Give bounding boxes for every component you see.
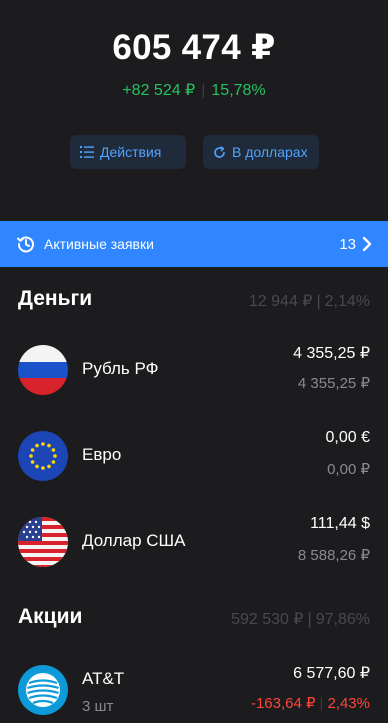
currency-name: Доллар США	[82, 531, 186, 550]
stock-quantity: 3 шт	[82, 698, 114, 715]
stock-change-percent: 2,43%	[327, 695, 370, 712]
chevron-right-icon	[362, 236, 372, 252]
active-orders-banner[interactable]: Активные заявки 13	[0, 221, 388, 267]
money-total: 12 944 ₽	[248, 293, 313, 310]
currency-value-rub: 0,00 ₽	[327, 461, 370, 478]
list-item-rub[interactable]: Рубль РФ 4 355,25 ₽ 4 355,25 ₽	[0, 340, 388, 400]
stocks-percent: 97,86%	[315, 611, 370, 628]
list-item-eur[interactable]: Евро 0,00 € 0,00 ₽	[0, 426, 388, 486]
portfolio-gain: +82 524 ₽ | 15,78%	[0, 80, 388, 100]
currency-value: 4 355,25 ₽	[293, 345, 370, 362]
att-logo-icon	[18, 665, 68, 715]
stock-change-amount: -163,64 ₽	[250, 695, 316, 712]
money-stats-divider: |	[316, 293, 321, 310]
stocks-section-title: Акции	[18, 605, 83, 628]
gain-amount: +82 524 ₽	[122, 82, 196, 99]
currency-toggle-label: В долларах	[232, 144, 308, 160]
currency-value: 111,44 $	[310, 515, 370, 532]
stocks-section-stats: 592 530 ₽ | 97,86%	[231, 609, 370, 629]
eu-flag-icon	[18, 431, 68, 481]
portfolio-header: 605 474 ₽ +82 524 ₽ | 15,78% Действия В до…	[0, 0, 388, 220]
money-section-title: Деньги	[18, 287, 93, 310]
portfolio-total: 605 474 ₽	[112, 28, 276, 67]
stocks-section-header: Акции 592 530 ₽ | 97,86%	[0, 605, 388, 635]
list-icon	[80, 146, 94, 158]
stock-change-divider: |	[319, 695, 324, 712]
gain-divider: |	[201, 82, 206, 99]
money-section-stats: 12 944 ₽ | 2,14%	[249, 291, 370, 311]
stocks-stats-divider: |	[307, 611, 312, 628]
active-orders-label: Активные заявки	[44, 236, 154, 252]
actions-button[interactable]: Действия	[70, 135, 186, 169]
gain-percent: 15,78%	[211, 82, 266, 99]
usa-flag-icon	[18, 517, 68, 567]
currency-name: Рубль РФ	[82, 359, 159, 378]
stocks-total: 592 530 ₽	[231, 611, 304, 628]
list-item-usd[interactable]: Доллар США 111,44 $ 8 588,26 ₽	[0, 512, 388, 572]
actions-button-label: Действия	[100, 144, 162, 160]
stock-change: -163,64 ₽ | 2,43%	[251, 694, 370, 712]
currency-value-rub: 4 355,25 ₽	[297, 375, 370, 392]
currency-value-rub: 8 588,26 ₽	[297, 547, 370, 564]
list-item-att[interactable]: AT&T 3 шт 6 577,60 ₽ -163,64 ₽ | 2,43%	[0, 660, 388, 720]
stock-name: AT&T	[82, 669, 125, 688]
refresh-icon	[214, 145, 225, 158]
history-icon	[17, 236, 34, 253]
money-percent: 2,14%	[324, 293, 370, 310]
currency-toggle-button[interactable]: В долларах	[203, 135, 319, 169]
currency-name: Евро	[82, 445, 122, 464]
money-section-header: Деньги 12 944 ₽ | 2,14%	[0, 287, 388, 317]
russia-flag-icon	[18, 345, 68, 395]
stock-value: 6 577,60 ₽	[293, 665, 370, 682]
currency-value: 0,00 €	[325, 429, 370, 446]
active-orders-count: 13	[339, 235, 356, 253]
